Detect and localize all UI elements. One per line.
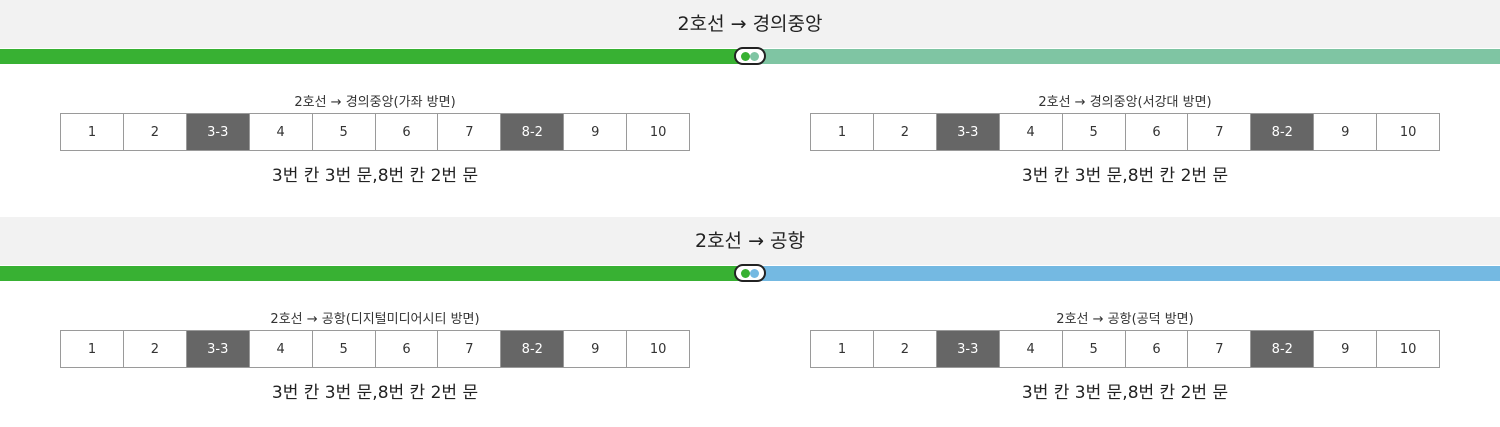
car-cell: 1 [61, 331, 124, 367]
car-cell: 5 [1063, 114, 1126, 150]
car-cell: 10 [649, 124, 667, 140]
car-cell: 10 [1399, 124, 1417, 140]
car-cell: 10 [649, 341, 667, 357]
airport-dot-icon [750, 269, 759, 278]
section-header: 2호선 → 공항 [0, 217, 1500, 265]
car-cell-highlighted: 3-3 [936, 114, 1000, 150]
car-cell-highlighted: 3-3 [186, 331, 250, 367]
car-cell: 1 [61, 114, 124, 150]
line2-color-bar [0, 266, 750, 281]
car-cell: 9 [1314, 114, 1378, 150]
line2-dot-icon [741, 269, 750, 278]
car-cell: 5 [313, 331, 376, 367]
door-summary: 3번 칸 3번 문,8번 칸 2번 문 [1021, 383, 1229, 403]
car-cell: 9 [564, 114, 628, 150]
car-cell: 6 [376, 331, 439, 367]
car-row: 1 2 3-3 4 5 6 7 8-2 9 10 [810, 113, 1440, 151]
car-cell: 4 [1000, 331, 1063, 367]
car-cell-highlighted: 8-2 [1251, 331, 1315, 367]
door-summary: 3번 칸 3번 문,8번 칸 2번 문 [271, 166, 479, 186]
panel-label: 2호선 → 공항(디지털미디어시티 방면) [270, 312, 480, 327]
car-cell: 1 [811, 331, 874, 367]
car-cell-highlighted: 8-2 [1251, 114, 1315, 150]
car-row: 1 2 3-3 4 5 6 7 8-2 9 10 [810, 330, 1440, 368]
section-title: 2호선 → 공항 [694, 230, 805, 252]
car-cell-highlighted: 8-2 [501, 331, 565, 367]
car-row: 1 2 3-3 4 5 6 7 8-2 9 10 [60, 113, 690, 151]
car-cell: 2 [874, 331, 937, 367]
car-cell: 9 [1314, 331, 1378, 367]
car-cell: 5 [1063, 331, 1126, 367]
car-cell: 2 [124, 114, 187, 150]
car-cell: 2 [874, 114, 937, 150]
car-cell: 2 [124, 331, 187, 367]
door-summary: 3번 칸 3번 문,8번 칸 2번 문 [271, 383, 479, 403]
section-header: 2호선 → 경의중앙 [0, 0, 1500, 48]
car-cell: 7 [1188, 331, 1252, 367]
car-cell: 4 [250, 114, 313, 150]
car-cell: 6 [1126, 331, 1189, 367]
transfer-connector-icon [734, 47, 766, 65]
panel-label: 2호선 → 경의중앙(가좌 방면) [294, 95, 456, 110]
section-title: 2호선 → 경의중앙 [677, 13, 823, 35]
panel-label: 2호선 → 공항(공덕 방면) [1056, 312, 1194, 327]
airport-color-bar [750, 266, 1500, 281]
car-cell: 1 [811, 114, 874, 150]
car-cell: 4 [1000, 114, 1063, 150]
car-cell: 7 [1188, 114, 1252, 150]
car-cell: 5 [313, 114, 376, 150]
car-cell-highlighted: 3-3 [936, 331, 1000, 367]
car-row: 1 2 3-3 4 5 6 7 8-2 9 10 [60, 330, 690, 368]
car-cell: 7 [438, 114, 502, 150]
car-cell: 6 [1126, 114, 1189, 150]
door-summary: 3번 칸 3번 문,8번 칸 2번 문 [1021, 166, 1229, 186]
line2-color-bar [0, 49, 750, 64]
car-cell: 6 [376, 114, 439, 150]
gyeongui-dot-icon [750, 52, 759, 61]
car-cell-highlighted: 8-2 [501, 114, 565, 150]
car-cell-highlighted: 3-3 [186, 114, 250, 150]
car-cell: 7 [438, 331, 502, 367]
car-cell: 9 [564, 331, 628, 367]
line2-dot-icon [741, 52, 750, 61]
transfer-connector-icon [734, 264, 766, 282]
panel-label: 2호선 → 경의중앙(서강대 방면) [1038, 95, 1212, 110]
car-cell: 10 [1399, 341, 1417, 357]
gyeongui-color-bar [750, 49, 1500, 64]
car-cell: 4 [250, 331, 313, 367]
